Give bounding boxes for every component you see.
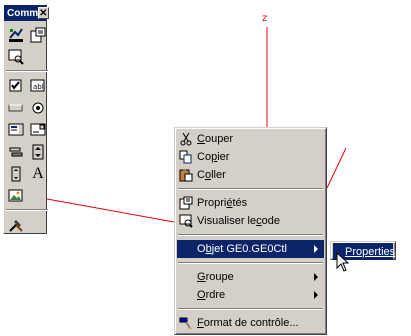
list-box-icon[interactable]	[6, 120, 26, 139]
checkbox-icon[interactable]	[6, 76, 26, 95]
toolbox-title: Comm	[7, 7, 39, 19]
properties-icon	[179, 196, 193, 210]
spin-button-icon[interactable]	[28, 142, 48, 161]
format-brush-icon	[179, 317, 192, 329]
toolbox-separator	[6, 209, 48, 211]
scissors-icon	[180, 132, 192, 146]
toolbox-titlebar[interactable]: Comm ✕	[4, 5, 49, 21]
command-button-icon[interactable]	[6, 98, 26, 117]
z-axis-label: z	[262, 13, 268, 24]
y-axis-line	[326, 147, 347, 189]
submenu-arrow-icon	[314, 291, 318, 299]
combo-box-icon[interactable]	[28, 120, 48, 139]
x-axis-line	[46, 198, 175, 223]
menu-separator	[178, 234, 323, 236]
menu-separator	[178, 188, 323, 190]
submenu-arrow-icon	[314, 273, 318, 281]
close-icon[interactable]: ✕	[38, 7, 49, 19]
submenu-arrow-icon	[314, 245, 318, 253]
context-menu: Couper Co p ier Co ller Propri é tés Visualis…	[174, 127, 327, 335]
menu-item-cut[interactable]: Couper	[177, 130, 324, 148]
menu-item-format-control[interactable]: Format de contrôle...	[177, 314, 324, 332]
copy-icon	[179, 150, 192, 164]
menu-item-paste[interactable]: Co ller	[177, 166, 324, 184]
menu-item-group[interactable]: Groupe	[177, 268, 324, 286]
properties-icon[interactable]	[28, 25, 48, 44]
label-icon[interactable]: A	[28, 164, 48, 183]
svg-text:abl: abl	[33, 83, 44, 91]
menu-item-object[interactable]: Ob jet GE0.GE0Ctl	[177, 240, 324, 258]
menu-item-view-code[interactable]: Visualiser le c ode	[177, 212, 324, 230]
toolbox-separator	[6, 70, 48, 72]
controls-toolbox[interactable]: Comm ✕ abl A	[3, 4, 49, 234]
option-button-icon[interactable]	[28, 98, 48, 117]
menu-separator	[178, 262, 323, 264]
menu-item-copy[interactable]: Co p ier	[177, 148, 324, 166]
textbox-icon[interactable]: abl	[28, 76, 48, 95]
mouse-cursor-icon	[336, 252, 350, 272]
view-code-icon	[179, 214, 193, 228]
menu-item-properties[interactable]: Propri é tés	[177, 194, 324, 212]
scroll-bar-icon[interactable]	[6, 164, 26, 183]
label-glyph: A	[32, 164, 44, 182]
image-icon[interactable]	[6, 186, 26, 205]
design-mode-icon[interactable]	[6, 25, 26, 44]
menu-item-order[interactable]: Ordre	[177, 286, 324, 304]
toggle-button-icon[interactable]	[6, 142, 26, 161]
menu-separator	[178, 308, 323, 310]
view-code-icon[interactable]	[6, 47, 26, 66]
more-controls-icon[interactable]	[6, 215, 26, 234]
paste-icon	[179, 169, 193, 182]
